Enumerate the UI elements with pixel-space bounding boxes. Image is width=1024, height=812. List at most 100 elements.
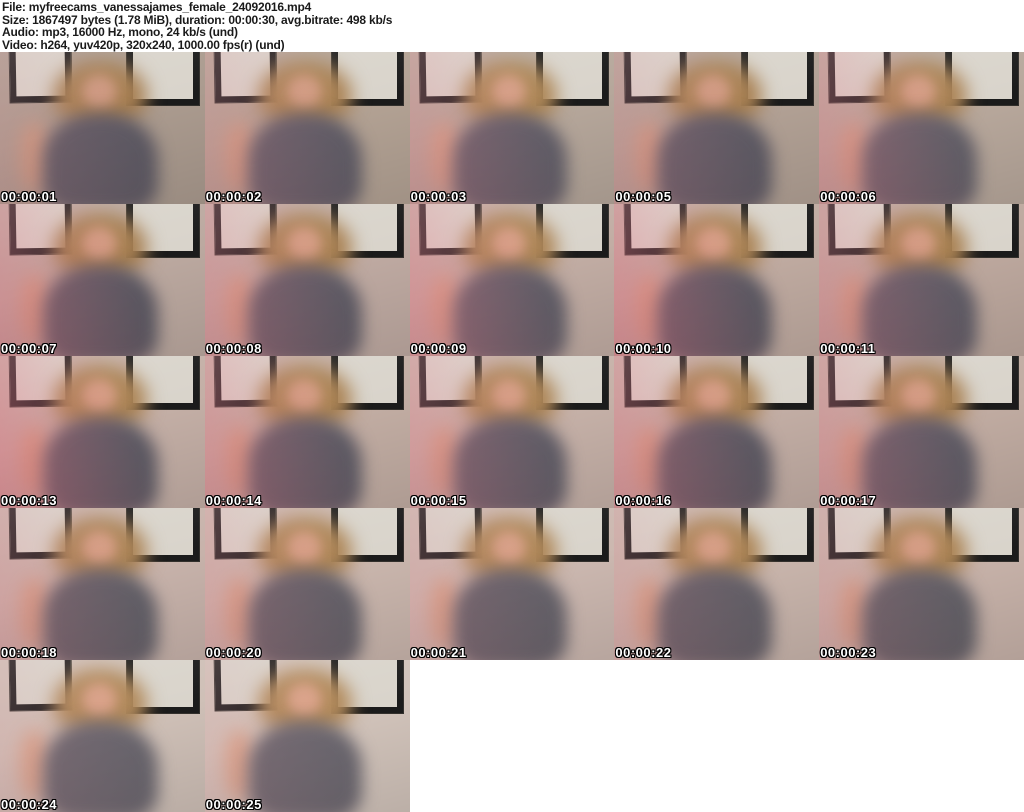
abstract-hair-shape <box>872 517 967 584</box>
video-thumbnail: 00:00:09 <box>409 204 615 356</box>
abstract-torso-shape <box>452 416 568 508</box>
abstract-face-shape <box>491 74 527 109</box>
abstract-arm-shape <box>839 121 869 192</box>
abstract-torso-shape <box>862 416 977 508</box>
abstract-face-shape <box>491 226 527 261</box>
wall-picture-frame <box>946 52 1018 106</box>
wall-picture-frame <box>828 204 892 255</box>
frame-placeholder-art <box>0 52 205 204</box>
abstract-hair-shape <box>258 517 353 584</box>
video-thumbnail: 00:00:15 <box>409 356 615 508</box>
abstract-face-shape <box>696 226 732 261</box>
frame-timestamp: 00:00:18 <box>1 645 58 660</box>
video-thumbnail: 00:00:17 <box>819 356 1024 508</box>
color-cast-overlay <box>614 204 820 356</box>
video-thumbnail: 00:00:05 <box>614 52 820 204</box>
wall-picture-frame <box>9 508 72 559</box>
abstract-face-shape <box>81 530 117 565</box>
video-thumbnail: 00:00:11 <box>819 204 1024 356</box>
frame-placeholder-art <box>204 660 410 812</box>
color-cast-overlay <box>409 204 615 356</box>
abstract-arm-shape <box>20 577 50 648</box>
abstract-arm-shape <box>225 425 254 496</box>
frame-timestamp: 00:00:15 <box>410 493 467 508</box>
color-cast-overlay <box>204 356 410 508</box>
wall-picture-frame <box>536 204 609 258</box>
frame-placeholder-art <box>409 508 615 660</box>
abstract-torso-shape <box>247 720 363 812</box>
video-thumbnail: 00:00:23 <box>819 508 1024 660</box>
frame-timestamp: 00:00:01 <box>1 189 58 204</box>
frame-placeholder-art <box>409 204 615 356</box>
abstract-torso-shape <box>657 568 773 660</box>
wall-picture-frame <box>332 356 404 410</box>
frame-placeholder-art <box>819 508 1024 660</box>
color-cast-overlay <box>819 52 1024 204</box>
video-thumbnail: 00:00:16 <box>614 356 820 508</box>
frame-timestamp: 00:00:02 <box>205 189 262 204</box>
abstract-hair-shape <box>53 669 148 736</box>
frame-timestamp: 00:00:20 <box>205 645 262 660</box>
wall-picture-frame <box>419 356 482 407</box>
abstract-arm-shape <box>430 121 459 192</box>
color-cast-overlay <box>0 356 205 508</box>
video-thumbnail: 00:00:21 <box>409 508 615 660</box>
abstract-hair-shape <box>53 61 148 128</box>
abstract-hair-shape <box>258 365 353 432</box>
frame-placeholder-art <box>409 52 615 204</box>
wall-picture-frame <box>828 356 892 407</box>
abstract-arm-shape <box>430 425 459 496</box>
wall-picture-frame <box>536 52 609 106</box>
abstract-face-shape <box>491 530 527 565</box>
frame-timestamp: 00:00:14 <box>205 493 262 508</box>
abstract-torso-shape <box>862 568 977 660</box>
wall-picture-frame <box>214 204 277 255</box>
wall-picture-frame <box>332 204 404 258</box>
frame-placeholder-art <box>614 508 820 660</box>
video-thumbnail: 00:00:08 <box>204 204 410 356</box>
video-thumbnail: 00:00:02 <box>204 52 410 204</box>
abstract-torso-shape <box>43 416 158 508</box>
video-thumbnail: 00:00:22 <box>614 508 820 660</box>
color-cast-overlay <box>204 204 410 356</box>
abstract-face-shape <box>81 226 117 261</box>
abstract-hair-shape <box>667 517 762 584</box>
abstract-hair-shape <box>872 213 967 280</box>
wall-picture-frame <box>9 204 72 255</box>
frame-timestamp: 00:00:10 <box>615 341 672 356</box>
abstract-face-shape <box>286 682 322 717</box>
abstract-arm-shape <box>430 577 459 648</box>
abstract-hair-shape <box>667 365 762 432</box>
abstract-hair-shape <box>667 213 762 280</box>
abstract-torso-shape <box>657 264 773 356</box>
wall-picture-frame <box>419 508 482 559</box>
color-cast-overlay <box>819 204 1024 356</box>
media-info-header: File: myfreecams_vanessajames_female_240… <box>0 0 1024 52</box>
wall-picture-frame <box>741 52 814 106</box>
abstract-hair-shape <box>258 213 353 280</box>
color-cast-overlay <box>819 356 1024 508</box>
wall-picture-frame <box>332 52 404 106</box>
color-cast-overlay <box>0 508 205 660</box>
abstract-arm-shape <box>20 729 50 800</box>
wall-picture-frame <box>419 204 482 255</box>
frame-placeholder-art <box>819 356 1024 508</box>
frame-placeholder-art <box>0 204 205 356</box>
color-cast-overlay <box>0 204 205 356</box>
frame-timestamp: 00:00:21 <box>410 645 467 660</box>
video-thumbnail: 00:00:18 <box>0 508 205 660</box>
frame-timestamp: 00:00:09 <box>410 341 467 356</box>
abstract-arm-shape <box>20 425 50 496</box>
video-thumbnail: 00:00:14 <box>204 356 410 508</box>
abstract-face-shape <box>81 682 117 717</box>
video-info-line: Video: h264, yuv420p, 320x240, 1000.00 f… <box>2 38 285 53</box>
wall-picture-frame <box>946 356 1018 410</box>
abstract-arm-shape <box>430 273 459 344</box>
frame-placeholder-art <box>614 356 820 508</box>
frame-placeholder-art <box>614 204 820 356</box>
frame-placeholder-art <box>204 508 410 660</box>
wall-picture-frame <box>624 508 687 559</box>
abstract-face-shape <box>286 74 322 109</box>
video-thumbnail: 00:00:10 <box>614 204 820 356</box>
abstract-face-shape <box>491 378 527 413</box>
